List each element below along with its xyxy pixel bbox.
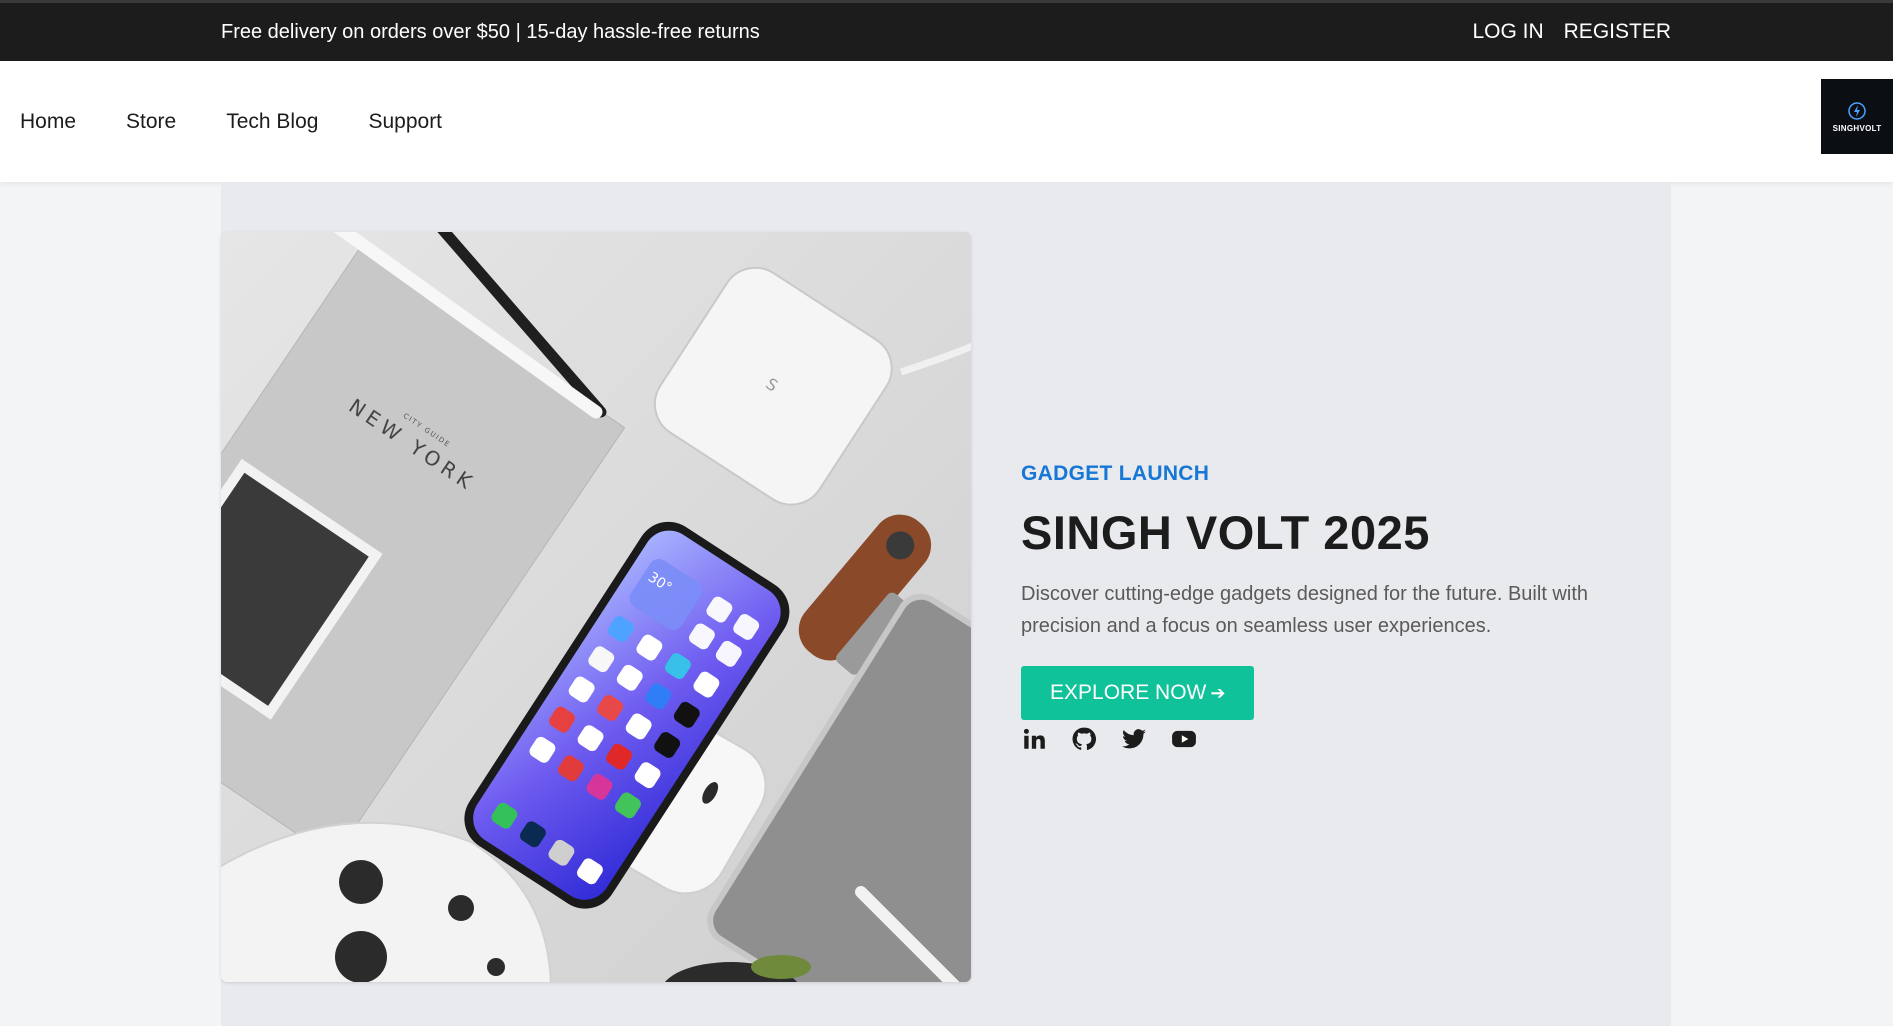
hero-content: GADGET LAUNCH SINGH VOLT 2025 Discover c…	[1021, 462, 1621, 752]
announcement-bar: Free delivery on orders over $50 | 15-da…	[0, 0, 1893, 61]
youtube-icon[interactable]	[1171, 726, 1197, 752]
hero-section: NEW YORK CITY GUIDE S 30° GADGET LAUNCH …	[221, 182, 1671, 1026]
github-icon[interactable]	[1071, 726, 1097, 752]
brand-logo[interactable]: SINGHVOLT	[1821, 79, 1893, 154]
linkedin-icon[interactable]	[1021, 726, 1047, 752]
nav-item-support[interactable]: Support	[368, 110, 442, 134]
social-links	[1021, 726, 1621, 752]
nav-item-tech-blog[interactable]: Tech Blog	[226, 110, 318, 134]
nav-item-home[interactable]: Home	[20, 110, 76, 134]
logo-text: SINGHVOLT	[1832, 123, 1882, 133]
auth-links: LOG IN REGISTER	[1472, 3, 1671, 61]
register-link[interactable]: REGISTER	[1564, 3, 1671, 61]
explore-now-label: EXPLORE NOW	[1050, 681, 1207, 704]
arrow-right-icon: ➔	[1210, 682, 1226, 703]
twitter-icon[interactable]	[1121, 726, 1147, 752]
nav-links: Home Store Tech Blog Support	[20, 61, 442, 182]
hero-kicker: GADGET LAUNCH	[1021, 462, 1210, 485]
promo-text: Free delivery on orders over $50 | 15-da…	[221, 21, 760, 43]
nav-item-store[interactable]: Store	[126, 110, 176, 134]
hero-product-image: NEW YORK CITY GUIDE S 30°	[221, 232, 971, 982]
main-navbar: Home Store Tech Blog Support	[0, 61, 1893, 182]
login-link[interactable]: LOG IN	[1472, 3, 1543, 61]
lightning-icon	[1848, 101, 1866, 120]
hero-title: SINGH VOLT 2025	[1021, 506, 1430, 559]
explore-now-button[interactable]: EXPLORE NOW ➔	[1021, 666, 1255, 720]
hero-description: Discover cutting-edge gadgets designed f…	[1021, 583, 1588, 637]
